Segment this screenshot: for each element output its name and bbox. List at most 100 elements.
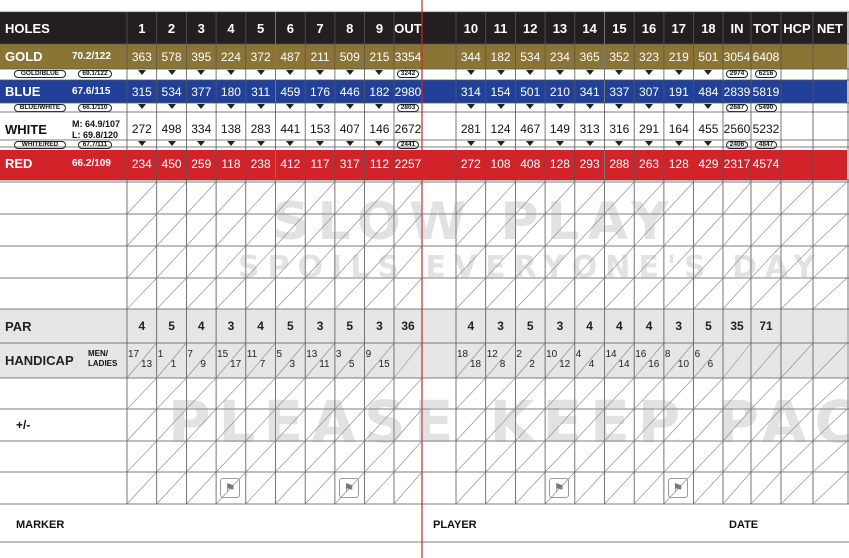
lower-row-2-tot[interactable] bbox=[751, 409, 781, 441]
score-row-3-hole-15[interactable] bbox=[604, 246, 635, 278]
score-row-4-hole-6[interactable] bbox=[275, 278, 306, 309]
score-row-2-hole-18[interactable] bbox=[693, 214, 724, 246]
score-row-2-hole-15[interactable] bbox=[604, 214, 635, 246]
lower-row-4-hole-9[interactable] bbox=[364, 472, 395, 504]
score-row-4-hole-9[interactable] bbox=[364, 278, 395, 309]
score-row-4-hole-5[interactable] bbox=[245, 278, 276, 309]
score-row-4-hcp[interactable] bbox=[781, 278, 813, 309]
lower-row-3-hole-2[interactable] bbox=[156, 441, 187, 472]
lower-row-3-net[interactable] bbox=[813, 441, 847, 472]
score-row-3-hole-9[interactable] bbox=[364, 246, 395, 278]
score-row-1-out[interactable] bbox=[394, 182, 422, 214]
lower-row-3-hole-1[interactable] bbox=[127, 441, 157, 472]
lower-row-2-hole-1[interactable] bbox=[127, 409, 157, 441]
lower-row-1-hole-5[interactable] bbox=[245, 378, 276, 409]
score-row-3-hole-6[interactable] bbox=[275, 246, 306, 278]
row-label-score-row-1[interactable] bbox=[0, 182, 127, 214]
lower-row-2-hole-16[interactable] bbox=[634, 409, 664, 441]
lower-row-2-hole-9[interactable] bbox=[364, 409, 395, 441]
score-row-4-hole-18[interactable] bbox=[693, 278, 724, 309]
lower-row-3-hole-5[interactable] bbox=[245, 441, 276, 472]
score-row-2-hole-4[interactable] bbox=[216, 214, 246, 246]
score-row-1-hole-1[interactable] bbox=[127, 182, 157, 214]
score-row-4-hole-10[interactable] bbox=[456, 278, 486, 309]
score-row-3-hole-17[interactable] bbox=[663, 246, 694, 278]
lower-row-2-hole-14[interactable] bbox=[574, 409, 605, 441]
lower-row-1-hole-9[interactable] bbox=[364, 378, 395, 409]
score-row-4-hole-12[interactable] bbox=[515, 278, 546, 309]
score-row-3-hole-11[interactable] bbox=[485, 246, 516, 278]
score-row-1-hole-17[interactable] bbox=[663, 182, 694, 214]
score-row-1-hcp[interactable] bbox=[781, 182, 813, 214]
score-row-1-hole-13[interactable] bbox=[545, 182, 575, 214]
score-row-3-hole-12[interactable] bbox=[515, 246, 546, 278]
lower-row-4-out[interactable] bbox=[394, 472, 422, 504]
footer-player-box[interactable] bbox=[422, 504, 849, 542]
lower-row-1-hole-11[interactable] bbox=[485, 378, 516, 409]
lower-row-2-hole-18[interactable] bbox=[693, 409, 724, 441]
lower-row-3-tot[interactable] bbox=[751, 441, 781, 472]
score-row-1-hole-9[interactable] bbox=[364, 182, 395, 214]
score-row-2-hole-5[interactable] bbox=[245, 214, 276, 246]
score-row-2-hole-16[interactable] bbox=[634, 214, 664, 246]
lower-row-4-hole-5[interactable] bbox=[245, 472, 276, 504]
score-row-2-tot[interactable] bbox=[751, 214, 781, 246]
lower-row-3-hole-13[interactable] bbox=[545, 441, 575, 472]
lower-row-4-in[interactable] bbox=[723, 472, 751, 504]
lower-row-3-hole-12[interactable] bbox=[515, 441, 546, 472]
lower-row-2-hole-4[interactable] bbox=[216, 409, 246, 441]
lower-row-1-hole-1[interactable] bbox=[127, 378, 157, 409]
score-row-4-hole-1[interactable] bbox=[127, 278, 157, 309]
score-row-1-in[interactable] bbox=[723, 182, 751, 214]
score-row-1-hole-8[interactable] bbox=[334, 182, 365, 214]
lower-row-1-hole-14[interactable] bbox=[574, 378, 605, 409]
lower-row-4-hole-18[interactable] bbox=[693, 472, 724, 504]
lower-row-2-hole-3[interactable] bbox=[186, 409, 217, 441]
lower-row-2-hole-11[interactable] bbox=[485, 409, 516, 441]
lower-row-1-hole-18[interactable] bbox=[693, 378, 724, 409]
lower-row-1-out[interactable] bbox=[394, 378, 422, 409]
score-row-4-hole-17[interactable] bbox=[663, 278, 694, 309]
score-row-3-hole-5[interactable] bbox=[245, 246, 276, 278]
score-row-1-hole-10[interactable] bbox=[456, 182, 486, 214]
score-row-4-out[interactable] bbox=[394, 278, 422, 309]
score-row-3-hole-4[interactable] bbox=[216, 246, 246, 278]
row-label-score-row-4[interactable] bbox=[0, 278, 127, 309]
score-row-3-hcp[interactable] bbox=[781, 246, 813, 278]
lower-row-2-hole-7[interactable] bbox=[305, 409, 335, 441]
lower-row-1-hole-8[interactable] bbox=[334, 378, 365, 409]
lower-row-2-hole-15[interactable] bbox=[604, 409, 635, 441]
score-row-4-hole-11[interactable] bbox=[485, 278, 516, 309]
lower-row-1-hole-16[interactable] bbox=[634, 378, 664, 409]
lower-row-3-in[interactable] bbox=[723, 441, 751, 472]
score-row-4-hole-15[interactable] bbox=[604, 278, 635, 309]
score-row-3-hole-18[interactable] bbox=[693, 246, 724, 278]
lower-row-1-in[interactable] bbox=[723, 378, 751, 409]
score-row-4-in[interactable] bbox=[723, 278, 751, 309]
lower-row-4-hole-7[interactable] bbox=[305, 472, 335, 504]
lower-row-2-hole-6[interactable] bbox=[275, 409, 306, 441]
score-row-3-hole-14[interactable] bbox=[574, 246, 605, 278]
lower-row-1-hole-7[interactable] bbox=[305, 378, 335, 409]
lower-row-1-hole-6[interactable] bbox=[275, 378, 306, 409]
score-row-3-hole-10[interactable] bbox=[456, 246, 486, 278]
lower-row-4-hcp[interactable] bbox=[781, 472, 813, 504]
score-row-4-net[interactable] bbox=[813, 278, 847, 309]
score-row-2-hole-1[interactable] bbox=[127, 214, 157, 246]
score-row-2-hole-6[interactable] bbox=[275, 214, 306, 246]
lower-row-4-net[interactable] bbox=[813, 472, 847, 504]
lower-row-1-tot[interactable] bbox=[751, 378, 781, 409]
lower-row-1-hole-15[interactable] bbox=[604, 378, 635, 409]
lower-row-4-hole-10[interactable] bbox=[456, 472, 486, 504]
score-row-1-hole-2[interactable] bbox=[156, 182, 187, 214]
score-row-4-hole-16[interactable] bbox=[634, 278, 664, 309]
score-row-3-hole-16[interactable] bbox=[634, 246, 664, 278]
score-row-1-hole-16[interactable] bbox=[634, 182, 664, 214]
score-row-4-tot[interactable] bbox=[751, 278, 781, 309]
score-row-2-hcp[interactable] bbox=[781, 214, 813, 246]
lower-row-2-hole-17[interactable] bbox=[663, 409, 694, 441]
lower-row-1-hole-13[interactable] bbox=[545, 378, 575, 409]
lower-row-2-net[interactable] bbox=[813, 409, 847, 441]
lower-row-2-hole-2[interactable] bbox=[156, 409, 187, 441]
score-row-2-hole-3[interactable] bbox=[186, 214, 217, 246]
